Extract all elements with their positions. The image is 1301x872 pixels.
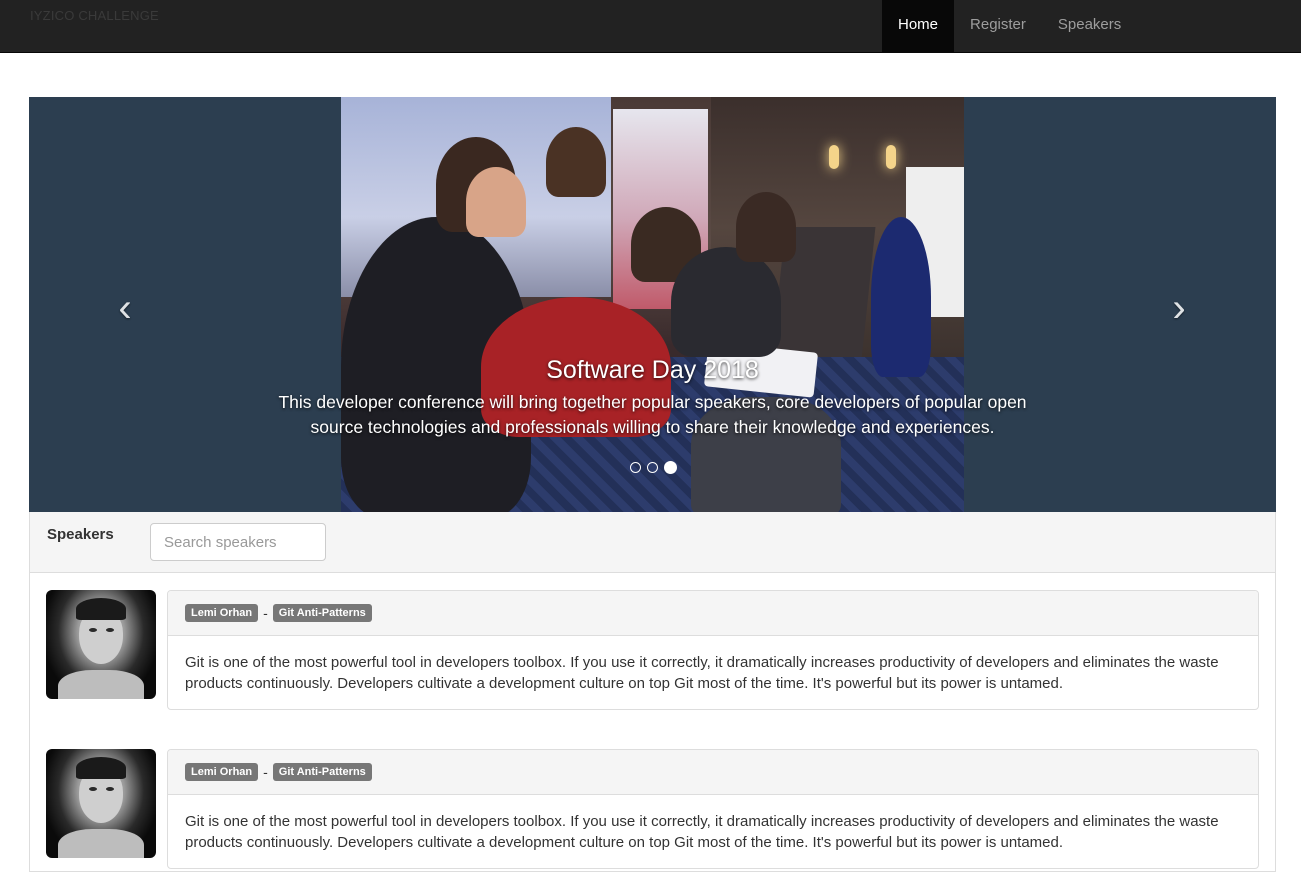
speaker-topic-badge: Git Anti-Patterns [272,604,372,622]
speaker-name-badge: Lemi Orhan [185,604,259,622]
speaker-name-badge: Lemi Orhan [185,763,259,781]
carousel-indicator-3[interactable] [664,461,677,474]
brand-title[interactable]: IYZICO CHALLENGE [30,8,159,23]
speaker-avatar [46,749,156,858]
carousel-indicator-1[interactable] [630,462,641,473]
chevron-right-icon: › [1172,286,1186,330]
search-speakers-input[interactable] [150,523,326,561]
speaker-item: Lemi Orhan - Git Anti-Patterns Git is on… [46,590,1260,712]
speaker-card: Lemi Orhan - Git Anti-Patterns Git is on… [167,749,1259,869]
speaker-item: Lemi Orhan - Git Anti-Patterns Git is on… [46,749,1260,871]
nav-menu: Home Register Speakers [882,0,1137,52]
carousel-title: Software Day 2018 [546,356,759,384]
nav-item-speakers[interactable]: Speakers [1042,0,1137,52]
speaker-topic-badge: Git Anti-Patterns [272,763,372,781]
speaker-card: Lemi Orhan - Git Anti-Patterns Git is on… [167,590,1259,710]
hero-carousel: ‹ › Software Day 2018 This developer con… [29,97,1276,512]
event-photo [341,97,964,512]
separator: - [263,764,268,780]
speaker-card-heading: Lemi Orhan - Git Anti-Patterns [168,591,1258,636]
carousel-indicator-2[interactable] [647,462,658,473]
carousel-prev-button[interactable]: ‹ [105,288,145,332]
carousel-next-button[interactable]: › [1159,288,1199,332]
separator: - [263,605,268,621]
speaker-description: Git is one of the most powerful tool in … [185,813,1219,851]
nav-item-home[interactable]: Home [882,0,955,52]
speakers-panel: Speakers Lemi Orhan - Git Anti-Patterns … [29,512,1276,872]
speakers-panel-heading: Speakers [30,512,1275,573]
carousel-caption: Software Day 2018 This developer confere… [29,354,1276,440]
carousel-text: This developer conference will bring tog… [278,392,1027,437]
nav-item-register[interactable]: Register [954,0,1042,52]
speakers-panel-title: Speakers [47,526,114,543]
speaker-card-heading: Lemi Orhan - Git Anti-Patterns [168,750,1258,795]
carousel-indicators [630,461,677,474]
chevron-left-icon: ‹ [118,286,132,330]
navbar: IYZICO CHALLENGE Home Register Speakers [0,0,1301,53]
speaker-description: Git is one of the most powerful tool in … [185,654,1219,692]
speaker-avatar [46,590,156,699]
